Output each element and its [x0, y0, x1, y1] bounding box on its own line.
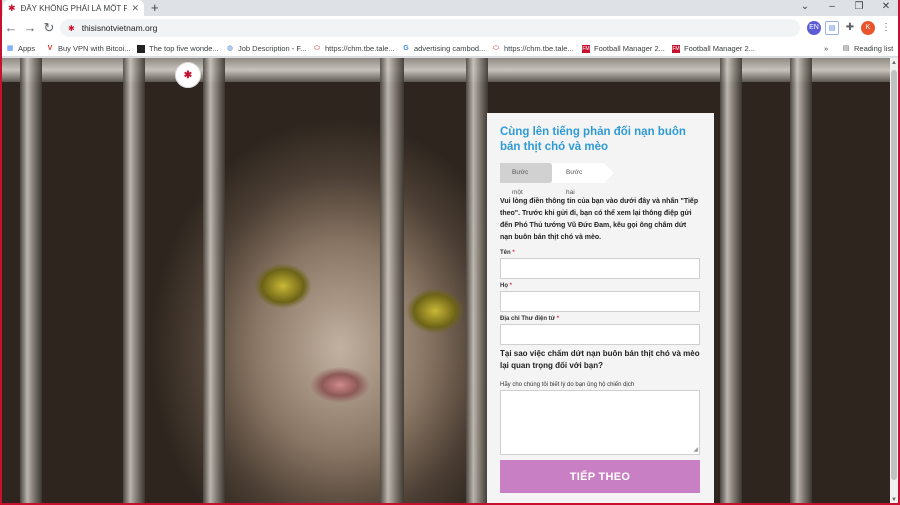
petition-form: Cùng lên tiếng phản đối nạn buôn bán thị…	[487, 113, 714, 505]
bookmark-label: Buy VPN with Bitcoi...	[58, 44, 131, 53]
bookmark-label: Football Manager 2...	[684, 44, 755, 53]
globe-icon: ◍	[226, 44, 234, 52]
bookmark-label: The top five wonde...	[149, 44, 219, 53]
tab-search-icon[interactable]: ⌄	[795, 0, 815, 14]
scroll-up-icon[interactable]: ▲	[891, 60, 897, 66]
docs-extension-icon[interactable]: ▤	[825, 21, 839, 35]
email-label: Địa chỉ Thư điện tử *	[500, 316, 559, 322]
first-name-field[interactable]	[500, 258, 700, 279]
forward-arrow-icon[interactable]: →	[21, 19, 39, 37]
vpn-icon: V	[47, 44, 53, 52]
form-intro: Vui lòng điền thông tin của bạn vào dưới…	[500, 198, 699, 241]
reason-textarea[interactable]: ◢	[500, 390, 700, 455]
cat-favicon-icon: ✱	[8, 2, 16, 13]
bookmark-item[interactable]: ◍ Job Description - F...	[226, 40, 306, 57]
bookmark-item[interactable]: ⬭ https://chm.tbe.tale...	[492, 40, 574, 57]
page-scrollbar[interactable]: ▲ ▼	[890, 58, 898, 505]
hero-background: ✱	[0, 58, 890, 505]
bookmark-item[interactable]: FM Football Manager 2...	[672, 40, 755, 57]
bookmark-item[interactable]: ⬭ https://chm.tbe.tale...	[313, 40, 395, 57]
bookmark-item[interactable]: V Buy VPN with Bitcoi...	[46, 40, 131, 57]
fm-icon: FM	[582, 44, 590, 53]
browser-tab[interactable]: ✱ ĐÂY KHÔNG PHẢI LÀ MỘT PHẢI... ✕	[3, 0, 144, 16]
scrollbar-thumb[interactable]	[891, 70, 897, 480]
bookmark-apps[interactable]: ▦ Apps	[6, 40, 35, 57]
resize-grip-icon[interactable]: ◢	[693, 447, 698, 453]
cage-bar	[720, 58, 742, 505]
last-name-label: Họ *	[500, 283, 512, 289]
email-field[interactable]	[500, 324, 700, 345]
google-icon: G	[403, 44, 409, 52]
bookmark-item[interactable]: Gadvertising cambod...	[402, 40, 485, 57]
required-mark: *	[509, 283, 513, 289]
reading-list-button[interactable]: ▤ Reading list	[842, 40, 894, 57]
label-text: Họ	[500, 283, 508, 289]
bookmark-label: https://chm.tbe.tale...	[325, 44, 395, 53]
minimize-button[interactable]: –	[822, 0, 842, 14]
ring-icon: ⬭	[493, 44, 499, 52]
more-bookmarks-button[interactable]: »	[824, 40, 828, 57]
reload-icon[interactable]: ↻	[40, 19, 58, 37]
step-indicator: Bước một Bước hai	[500, 163, 614, 196]
first-name-label: Tên *	[500, 250, 515, 256]
label-text: Tên	[500, 250, 511, 256]
form-title: Cùng lên tiếng phản đối nạn buôn bán thị…	[500, 126, 686, 153]
bookmarks-bar: ▦ Apps V Buy VPN with Bitcoi... The top fi…	[0, 40, 900, 57]
page-icon	[137, 44, 145, 53]
profile-avatar[interactable]: K	[861, 21, 875, 35]
bookmark-item[interactable]: FM Football Manager 2...	[582, 40, 665, 57]
label-text: Địa chỉ Thư điện tử	[500, 316, 556, 322]
close-window-button[interactable]: ✕	[876, 0, 896, 14]
bookmark-item[interactable]: The top five wonde...	[137, 40, 219, 57]
scroll-down-icon[interactable]: ▼	[891, 497, 897, 503]
bookmark-label: Job Description - F...	[238, 44, 307, 53]
address-bar[interactable]: ✱ thisisnotvietnam.org	[60, 19, 800, 37]
last-name-field[interactable]	[500, 291, 700, 312]
required-mark: *	[512, 250, 515, 256]
new-tab-button[interactable]: +	[151, 1, 159, 15]
restore-button[interactable]: ❐	[849, 0, 869, 14]
extension-en-icon[interactable]: EN	[807, 21, 821, 35]
url-text: thisisnotvietnam.org	[81, 23, 158, 33]
step-one: Bước một	[500, 163, 560, 196]
logo-icon[interactable]: ✱	[175, 62, 201, 88]
cage-bar	[380, 58, 404, 505]
bookmark-label: Apps	[18, 44, 36, 53]
step-two: Bước hai	[552, 163, 614, 196]
site-favicon-icon: ✱	[68, 23, 75, 33]
reading-list-label: Reading list	[854, 44, 894, 53]
reason-question: Tại sao việc chấm dứt nạn buôn bán thịt …	[500, 349, 700, 370]
bookmark-label: Football Manager 2...	[594, 44, 665, 53]
close-tab-icon[interactable]: ✕	[131, 3, 139, 14]
bookmark-label: https://chm.tbe.tale...	[504, 44, 574, 53]
puzzle-extensions-icon[interactable]: ✚	[843, 21, 857, 35]
reading-list-icon: ▤	[842, 44, 850, 52]
fm-icon: FM	[672, 44, 680, 53]
cage-bar	[123, 58, 145, 505]
cage-bar	[20, 58, 42, 505]
next-button[interactable]: TIẾP THEO	[500, 460, 700, 493]
reason-label: Hãy cho chúng tôi biết lý do bạn ủng hộ …	[500, 382, 635, 388]
back-arrow-icon[interactable]: ←	[2, 19, 20, 37]
ring-icon: ⬭	[314, 44, 320, 52]
bookmark-label: advertising cambod...	[414, 44, 486, 53]
tab-strip: ✱ ĐÂY KHÔNG PHẢI LÀ MỘT PHẢI... ✕ + ⌄ – …	[0, 0, 900, 16]
cage-bar	[203, 58, 225, 505]
apps-grid-icon: ▦	[6, 44, 14, 52]
cage-bar	[466, 58, 488, 505]
cage-bar	[790, 58, 812, 505]
browser-toolbar: ← → ↻ ✱ thisisnotvietnam.org EN ▤ ✚ K ⋮	[0, 16, 900, 40]
required-mark: *	[556, 316, 560, 322]
tab-title: ĐÂY KHÔNG PHẢI LÀ MỘT PHẢI...	[20, 3, 128, 13]
menu-kebab-icon[interactable]: ⋮	[879, 21, 893, 35]
